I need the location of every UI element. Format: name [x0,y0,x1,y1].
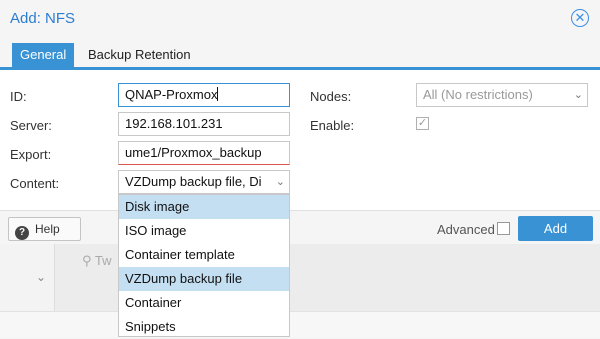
background-left-panel [0,243,55,311]
menu-item-disk-image[interactable]: Disk image [119,195,289,219]
tab-backup-retention[interactable]: Backup Retention [80,43,199,67]
key-icon: ⚲ [82,253,92,268]
advanced-checkbox[interactable] [497,222,510,235]
dialog-title: Add: NFS [10,10,76,27]
nodes-select[interactable]: All (No restrictions) ⌄ [416,83,588,107]
text-cursor [217,87,219,101]
chevron-down-icon[interactable]: ⌄ [276,171,285,193]
menu-item-snippets[interactable]: Snippets [119,315,289,339]
question-icon: ? [15,226,29,240]
tab-general[interactable]: General [12,43,75,67]
advanced-label: Advanced [437,222,495,237]
background-tree-item: ⚲ Tw [82,253,112,268]
dialog-footer: ? Help Advanced Add [0,210,600,244]
chevron-down-icon: ⌄ [36,270,47,284]
close-icon[interactable]: ✕ [571,9,589,27]
dialog-tabs: General Backup Retention [0,38,600,70]
menu-item-container-template[interactable]: Container template [119,243,289,267]
export-label: Export: [10,147,52,162]
enable-label: Enable: [310,118,355,133]
help-button[interactable]: ? Help [8,217,81,241]
content-select[interactable]: VZDump backup file, Di ⌄ [118,170,290,194]
content-label: Content: [10,176,60,191]
content-dropdown-menu: Disk image ISO image Container template … [118,194,290,337]
background-status-strip [0,311,600,337]
nodes-label: Nodes: [310,89,352,104]
menu-item-container[interactable]: Container [119,291,289,315]
server-label: Server: [10,118,52,133]
menu-item-iso-image[interactable]: ISO image [119,219,289,243]
id-input[interactable]: QNAP-Proxmox [118,83,290,107]
enable-checkbox[interactable]: ✓ [416,117,429,130]
chevron-down-icon[interactable]: ⌄ [574,84,583,106]
dialog-titlebar: Add: NFS ✕ [0,0,600,38]
id-label: ID: [10,89,27,104]
menu-item-vzdump-backup-file[interactable]: VZDump backup file [119,267,289,291]
export-input[interactable]: ume1/Proxmox_backup [118,141,290,165]
add-button[interactable]: Add [518,216,593,241]
add-nfs-dialog: Add: NFS ✕ General Backup Retention ID: … [0,0,600,244]
server-input[interactable]: 192.168.101.231 [118,112,290,136]
